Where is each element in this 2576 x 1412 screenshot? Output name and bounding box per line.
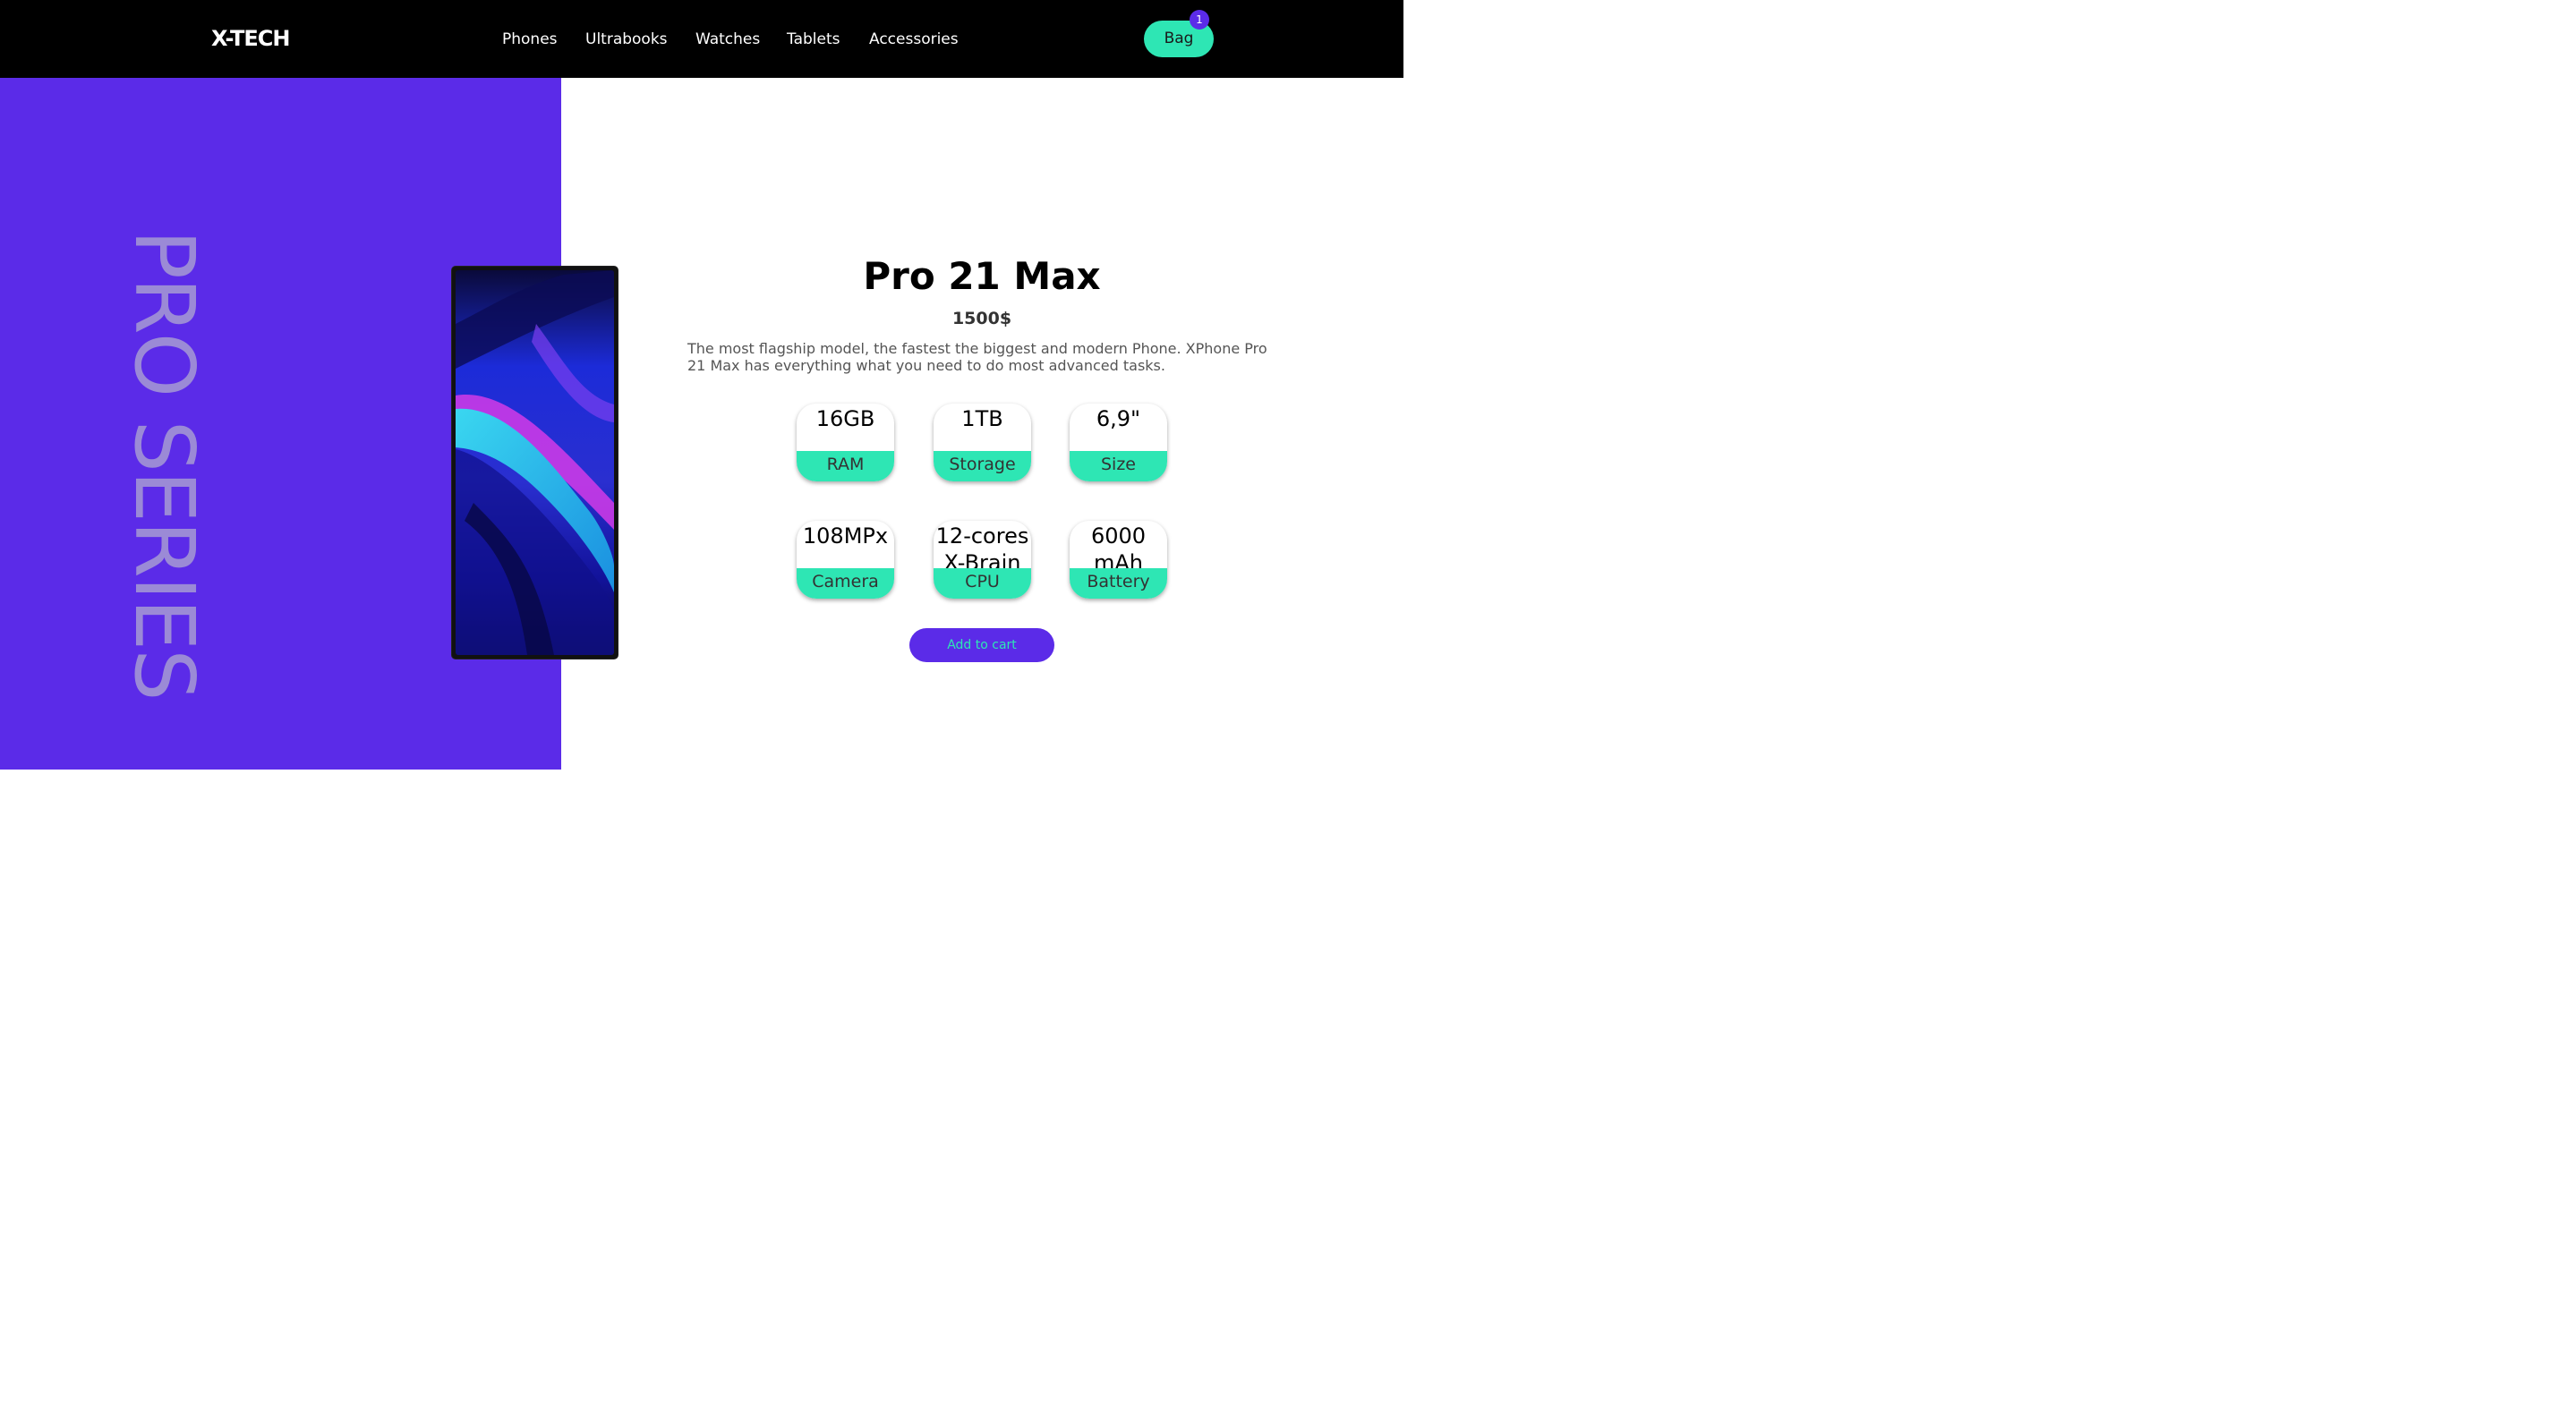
- spec-card-cpu: 12-cores X-Brain CPU: [934, 521, 1031, 599]
- phone-wallpaper: [456, 270, 614, 655]
- add-to-cart-button[interactable]: Add to cart: [909, 628, 1054, 662]
- spec-label: Camera: [797, 568, 894, 599]
- spec-label: Size: [1070, 451, 1167, 481]
- spec-card-battery: 6000 mAh Battery: [1070, 521, 1167, 599]
- nav-link-phones[interactable]: Phones: [502, 30, 558, 49]
- nav-link-ultrabooks[interactable]: Ultrabooks: [585, 30, 668, 49]
- spec-label: Battery: [1070, 568, 1167, 599]
- series-vertical-text: PRO SERIES: [116, 229, 212, 700]
- nav-link-accessories[interactable]: Accessories: [869, 30, 959, 49]
- spec-value: 1TB: [961, 406, 1003, 431]
- product-price: 1500$: [951, 309, 1012, 328]
- nav-link-tablets[interactable]: Tablets: [787, 30, 840, 49]
- spec-card-ram: 16GB RAM: [797, 404, 894, 481]
- spec-label: CPU: [934, 568, 1031, 599]
- product-description: The most flagship model, the fastest the…: [687, 340, 1267, 374]
- spec-value: 16GB: [815, 406, 875, 431]
- phone-image: [452, 267, 618, 659]
- spec-card-storage: 1TB Storage: [934, 404, 1031, 481]
- spec-card-size: 6,9" Size: [1070, 404, 1167, 481]
- nav-link-watches[interactable]: Watches: [695, 30, 760, 49]
- phone-screen: [456, 270, 614, 655]
- spec-card-camera: 108MPx Camera: [797, 521, 894, 599]
- spec-value: 108MPx: [802, 523, 889, 549]
- product-title: Pro 21 Max: [863, 254, 1101, 298]
- bag-count-badge: 1: [1190, 10, 1209, 30]
- spec-label: Storage: [934, 451, 1031, 481]
- spec-label: RAM: [797, 451, 894, 481]
- top-nav-bar: X-TECH Phones Ultrabooks Watches Tablets…: [0, 0, 1403, 78]
- spec-value: 6,9": [1096, 406, 1141, 431]
